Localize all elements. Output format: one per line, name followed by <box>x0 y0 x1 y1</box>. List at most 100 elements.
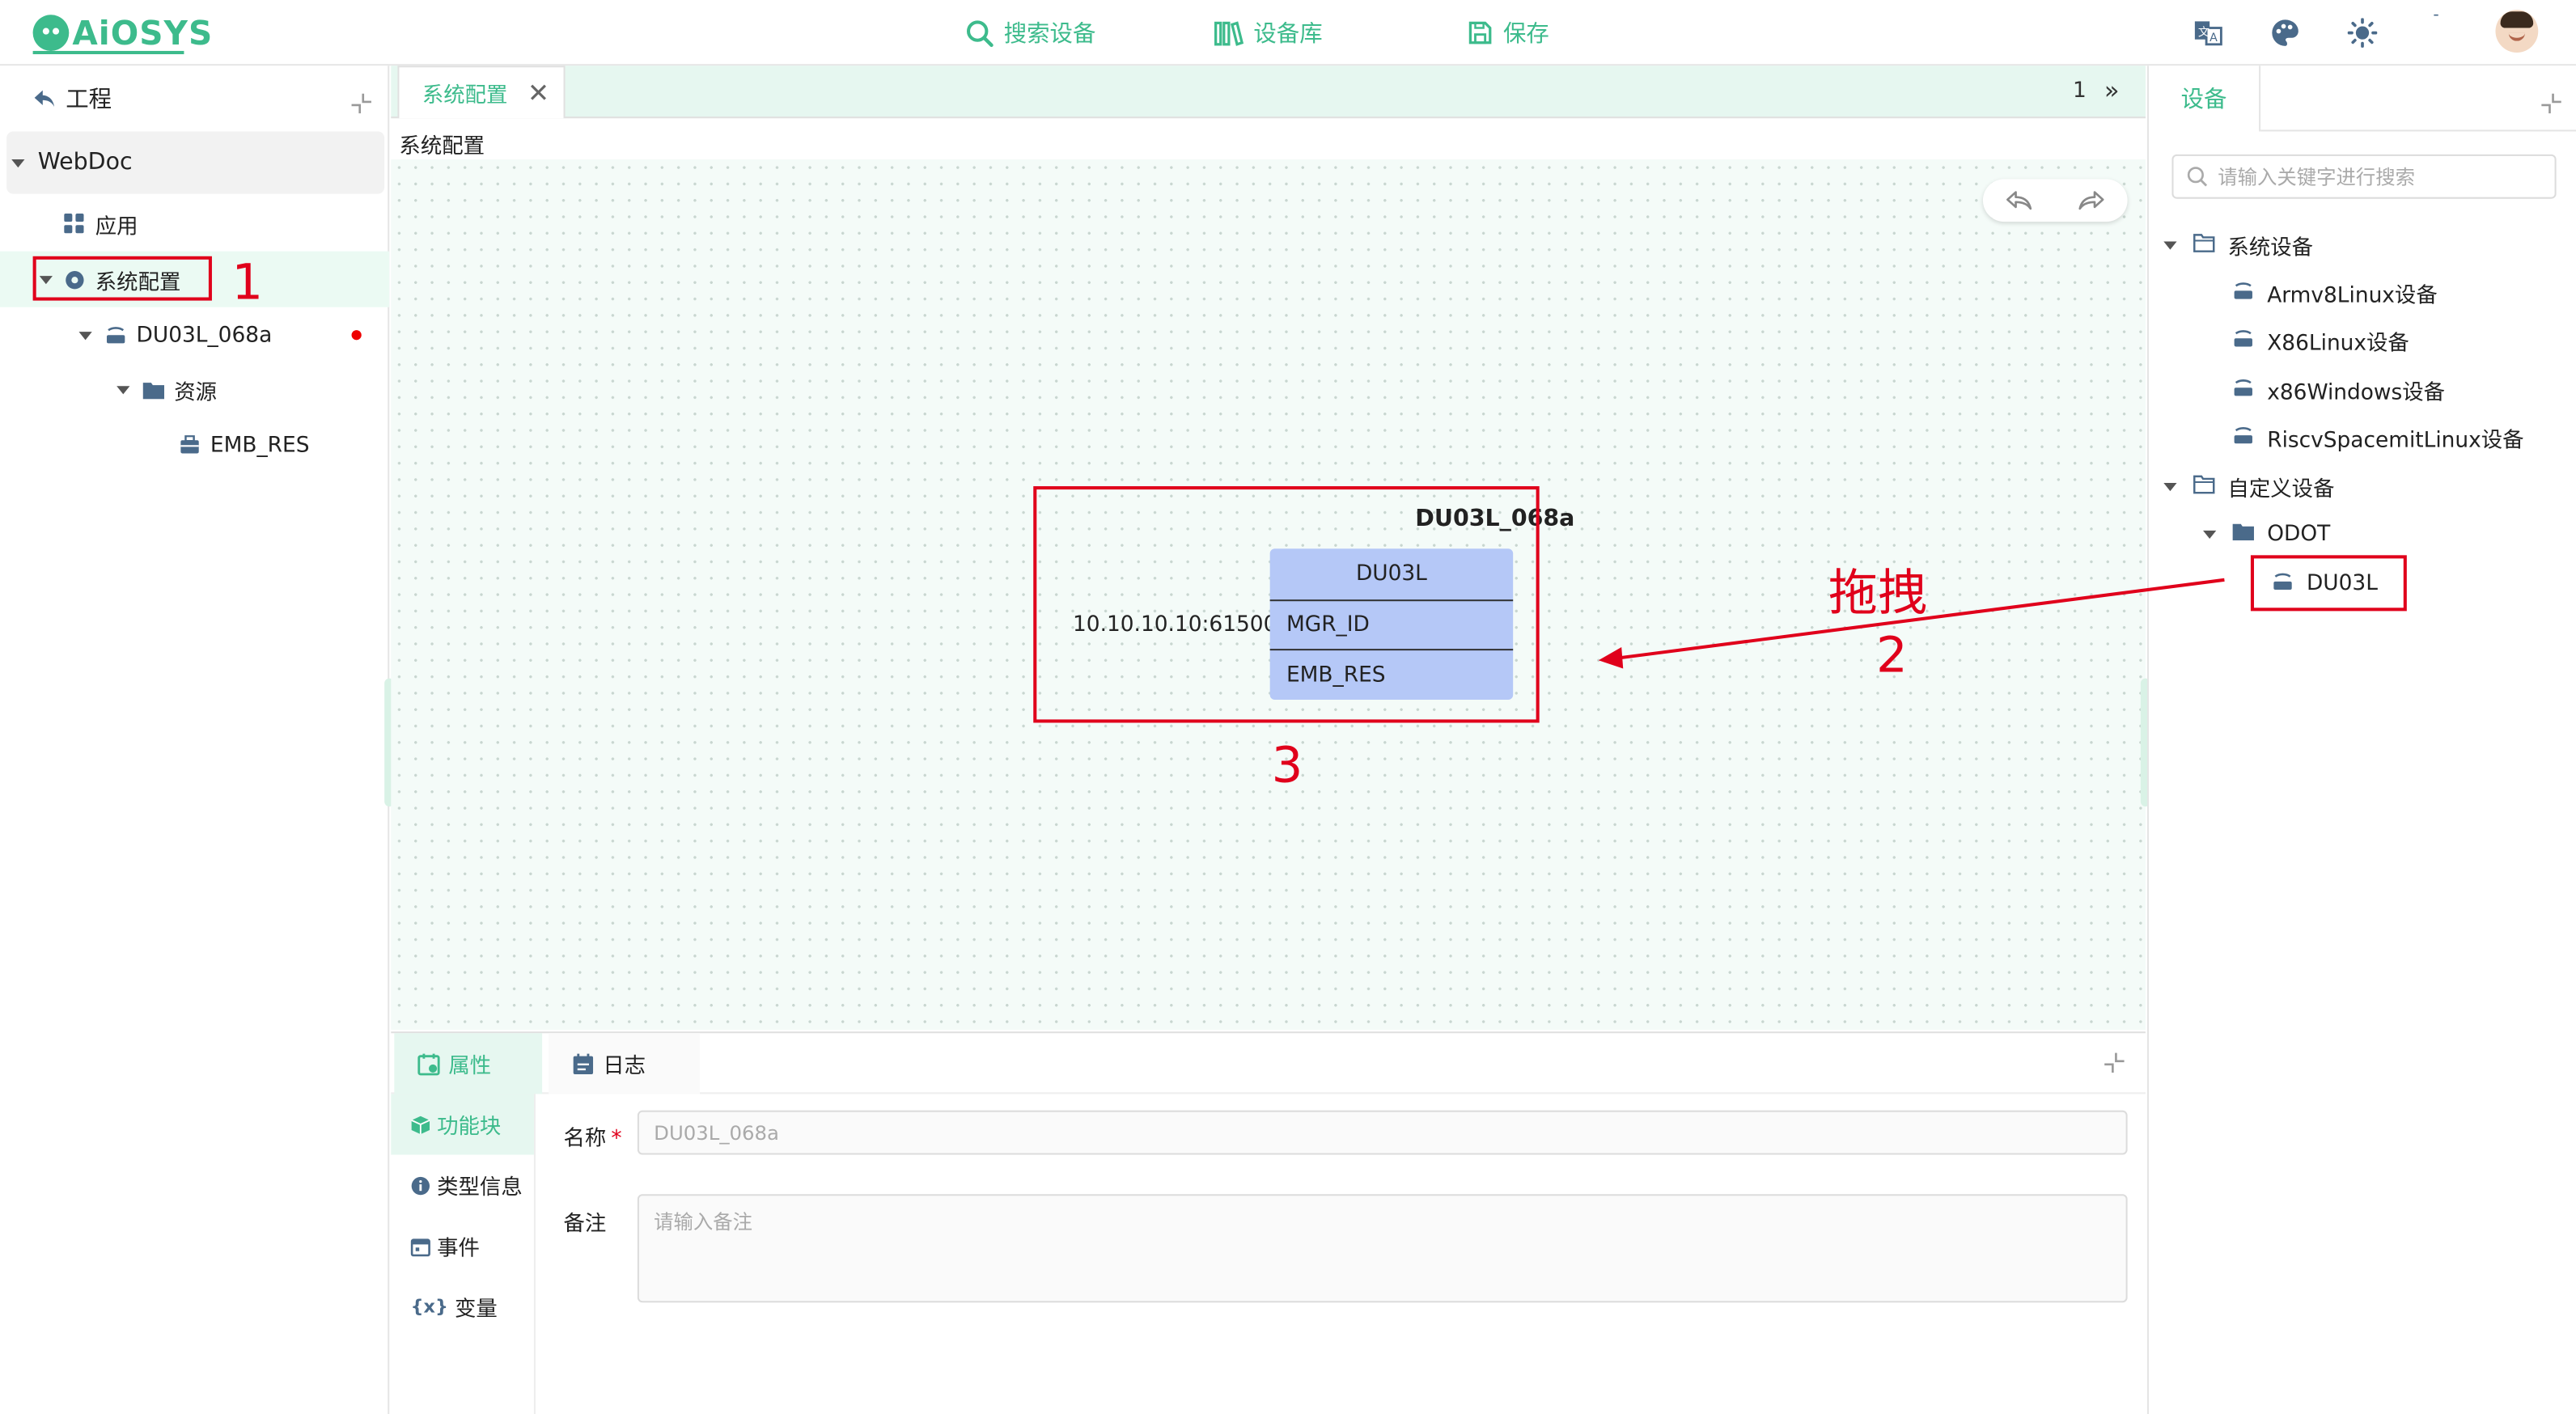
tab-devices[interactable]: 设备 <box>2149 66 2261 132</box>
side-item-label: 类型信息 <box>437 1175 523 1201</box>
device-search-input[interactable]: 请输入关键字进行搜索 <box>2171 154 2557 199</box>
note-placeholder: 请输入备注 <box>654 1210 753 1234</box>
annotation-box-2 <box>2250 555 2407 612</box>
folder-icon <box>2232 523 2256 545</box>
tree-item-label: RiscvSpacemitLinux设备 <box>2267 427 2524 453</box>
svg-text:A: A <box>2210 32 2218 44</box>
properties-panel: 属性 日志 功能块 类型信息 事件 {x} 变量 名称 * DU03L_068a… <box>391 1031 2146 1414</box>
avatar[interactable] <box>2495 10 2539 53</box>
side-item-type-info[interactable]: 类型信息 <box>391 1155 534 1216</box>
tree-item-system-devices[interactable]: 系统设备 <box>2163 222 2313 268</box>
folder-open-icon <box>2193 233 2216 256</box>
tree-item-resources[interactable]: 资源 <box>0 362 389 417</box>
tab-more-icon[interactable]: » <box>2104 75 2120 105</box>
side-item-label: 功能块 <box>437 1115 502 1141</box>
note-label: 备注 <box>563 1212 607 1238</box>
tree-item-label: WebDoc <box>37 149 133 176</box>
tree-item-webdoc[interactable]: WebDoc <box>6 131 385 194</box>
tree-item-label: Armv8Linux设备 <box>2267 283 2438 308</box>
tree-item-x86windows[interactable]: x86Windows设备 <box>2233 366 2446 413</box>
log-icon <box>573 1052 594 1073</box>
tab-system-config[interactable]: 系统配置 ✕ <box>397 66 566 119</box>
library-icon <box>1214 20 1244 45</box>
divider <box>2260 129 2576 132</box>
caret-down-icon[interactable] <box>117 385 130 394</box>
note-textarea[interactable]: 请输入备注 <box>637 1194 2128 1303</box>
tree-item-apps[interactable]: 应用 <box>0 196 389 252</box>
undo-redo-group <box>1982 179 2128 222</box>
breadcrumb: 系统配置 <box>399 134 485 159</box>
tab-log[interactable]: 日志 <box>549 1033 701 1094</box>
device-icon <box>104 324 126 346</box>
tree-item-label: 应用 <box>95 214 138 239</box>
project-panel-title: 工程 <box>66 87 112 114</box>
redo-icon[interactable] <box>2078 189 2104 212</box>
save-button[interactable]: 保存 <box>1467 0 1549 66</box>
annotation-number-1: 1 <box>231 254 264 312</box>
side-item-events[interactable]: 事件 <box>391 1216 534 1276</box>
device-icon <box>2233 281 2256 303</box>
device-icon <box>2233 328 2256 351</box>
undo-icon[interactable] <box>2006 189 2032 212</box>
collapse-icon[interactable] <box>2103 1052 2125 1074</box>
folder-icon <box>142 378 164 400</box>
tree-item-label: X86Linux设备 <box>2267 331 2409 356</box>
annotation-number-3: 3 <box>1271 737 1303 795</box>
collapse-icon[interactable] <box>350 92 373 115</box>
tree-item-emb-res[interactable]: EMB_RES <box>0 417 389 473</box>
device-library-button[interactable]: 设备库 <box>1214 0 1323 66</box>
back-arrow-icon[interactable] <box>33 88 56 109</box>
device-icon <box>2233 425 2256 448</box>
sun-icon[interactable] <box>2346 16 2379 49</box>
editor-tabbar: 系统配置 ✕ 1 » <box>391 66 2146 119</box>
tree-item-custom-devices[interactable]: 自定义设备 <box>2163 464 2335 510</box>
modified-indicator <box>351 330 362 341</box>
tab-count: 1 <box>2073 78 2087 104</box>
caret-down-icon[interactable] <box>2163 481 2177 491</box>
tab-label: 属性 <box>448 1054 492 1080</box>
name-label: 名称 * <box>563 1126 622 1152</box>
caret-down-icon[interactable] <box>2203 529 2217 539</box>
collapse-icon[interactable] <box>2540 92 2562 115</box>
top-header: AiOSYS 搜索设备 设备库 保存 文A - <box>0 0 2576 66</box>
resource-icon <box>177 434 200 456</box>
folder-open-icon <box>2193 475 2216 497</box>
tree-item-label: 资源 <box>174 380 218 405</box>
logo: AiOSYS <box>32 11 214 54</box>
cube-icon <box>411 1115 430 1134</box>
caret-down-icon[interactable] <box>78 331 92 340</box>
tab-properties[interactable]: 属性 <box>394 1033 543 1094</box>
name-input[interactable]: DU03L_068a <box>637 1110 2128 1155</box>
svg-text:文: 文 <box>2198 26 2210 40</box>
tree-item-label: EMB_RES <box>210 433 310 458</box>
search-device-button[interactable]: 搜索设备 <box>966 0 1095 66</box>
tree-item-label: 自定义设备 <box>2227 476 2335 502</box>
editor-area: 系统配置 ✕ 1 » 系统配置 DU03L_068a 10.10.10.10:6… <box>391 66 2146 1414</box>
tree-item-armv8linux[interactable]: Armv8Linux设备 <box>2233 269 2438 315</box>
logo-text: AiOSYS <box>72 13 214 53</box>
close-icon[interactable]: ✕ <box>527 77 549 108</box>
tree-item-label: x86Windows设备 <box>2267 380 2446 405</box>
bottom-tabbar: 属性 日志 <box>391 1033 2146 1094</box>
translate-icon[interactable]: 文A <box>2192 16 2225 49</box>
search-placeholder: 请输入关键字进行搜索 <box>2218 166 2416 189</box>
caret-down-icon[interactable] <box>11 158 25 167</box>
project-panel-header: 工程 <box>0 66 389 131</box>
palette-icon[interactable] <box>2269 16 2302 49</box>
tree-item-riscvspacemit[interactable]: RiscvSpacemitLinux设备 <box>2233 414 2524 460</box>
side-item-variables[interactable]: {x} 变量 <box>391 1276 534 1337</box>
tree-item-x86linux[interactable]: X86Linux设备 <box>2233 317 2409 363</box>
side-item-function-block[interactable]: 功能块 <box>391 1094 534 1155</box>
tree-item-du03l-068a[interactable]: DU03L_068a <box>0 307 389 363</box>
annotation-box-1 <box>32 256 212 301</box>
side-item-label: 变量 <box>455 1298 498 1323</box>
caret-down-icon[interactable] <box>2163 240 2177 249</box>
search-device-label: 搜索设备 <box>1003 21 1096 48</box>
tree-item-odot[interactable]: ODOT <box>2203 511 2330 557</box>
variable-icon: {x} <box>410 1296 448 1318</box>
properties-sidebar: 功能块 类型信息 事件 {x} 变量 <box>391 1094 536 1414</box>
tree-item-label: DU03L_068a <box>136 323 273 348</box>
apps-icon <box>62 212 85 235</box>
annotation-arrow <box>1598 578 2225 669</box>
save-icon <box>1468 21 1492 44</box>
